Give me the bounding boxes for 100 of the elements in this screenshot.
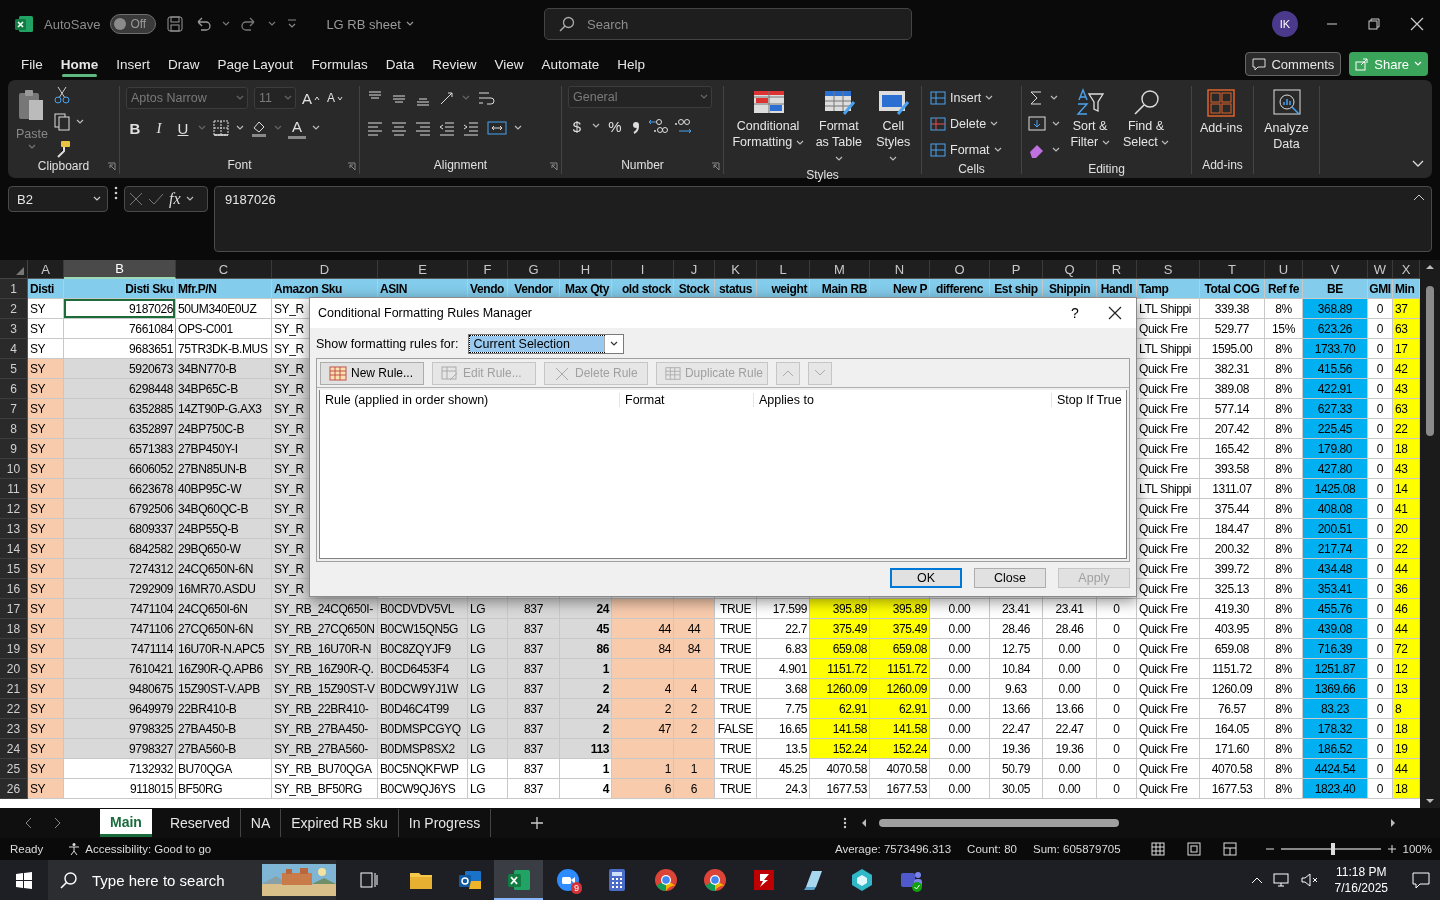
next-sheet-icon[interactable] — [54, 817, 62, 829]
document-title[interactable]: LG RB sheet — [326, 16, 414, 32]
page-layout-icon[interactable] — [1186, 842, 1201, 856]
caret-icon[interactable] — [1050, 95, 1058, 101]
sheet-tab[interactable]: NA — [240, 809, 282, 837]
fill-down-icon[interactable] — [1028, 116, 1046, 132]
zoom-in-icon[interactable] — [1386, 844, 1397, 854]
column-header[interactable]: M — [810, 260, 870, 279]
row-header[interactable]: 4 — [0, 339, 28, 359]
dialog-button[interactable]: Close — [974, 568, 1046, 588]
row-header[interactable]: 16 — [0, 579, 28, 599]
enter-icon[interactable] — [148, 192, 164, 206]
column-header[interactable]: X — [1393, 260, 1420, 279]
eraser-icon[interactable] — [1028, 142, 1046, 158]
row-header[interactable]: 15 — [0, 559, 28, 579]
caret-icon[interactable] — [1101, 140, 1110, 146]
column-header[interactable]: B — [64, 260, 176, 279]
comments-button[interactable]: Comments — [1245, 52, 1342, 76]
dialog-launcher-icon[interactable] — [347, 162, 356, 171]
caret-icon[interactable] — [75, 119, 84, 125]
column-header[interactable]: W — [1368, 260, 1393, 279]
dialog-button[interactable]: OK — [890, 568, 962, 588]
notifications-icon[interactable] — [1412, 871, 1430, 889]
percent-button[interactable]: % — [606, 115, 624, 137]
scroll-right-icon[interactable] — [1390, 818, 1397, 828]
grow-font-button[interactable]: A — [302, 87, 320, 109]
menu-tab[interactable]: View — [485, 50, 533, 78]
row-header[interactable]: 25 — [0, 759, 28, 779]
scope-dropdown[interactable]: Current Selection — [468, 334, 625, 354]
align-left-icon[interactable] — [366, 119, 384, 137]
column-header[interactable]: R — [1097, 260, 1137, 279]
caret-icon[interactable] — [1052, 121, 1060, 127]
caret-icon[interactable] — [1052, 147, 1060, 153]
cut-icon[interactable] — [53, 86, 70, 104]
ribbon-button[interactable]: Analyze Data — [1260, 86, 1313, 154]
bold-button[interactable]: B — [126, 117, 144, 139]
close-icon[interactable] — [1108, 306, 1122, 320]
caret-icon[interactable] — [993, 147, 1002, 153]
sheet-tab[interactable]: Reserved — [159, 809, 241, 837]
row-header[interactable]: 12 — [0, 499, 28, 519]
paste-button[interactable]: Paste — [14, 86, 50, 152]
previous-sheet-icon[interactable] — [24, 817, 32, 829]
row-header[interactable]: 26 — [0, 779, 28, 799]
caret-icon[interactable] — [312, 125, 320, 131]
column-header[interactable]: T — [1200, 260, 1265, 279]
caret-icon[interactable] — [889, 156, 898, 162]
column-header[interactable]: G — [508, 260, 560, 279]
menu-tab[interactable]: Insert — [107, 50, 160, 78]
menu-tab[interactable]: Automate — [532, 50, 609, 78]
caret-icon[interactable] — [1161, 140, 1170, 146]
row-header[interactable]: 5 — [0, 359, 28, 379]
currency-button[interactable]: $ — [568, 115, 586, 137]
ribbon-button[interactable]: Insert — [928, 86, 1004, 110]
row-header[interactable]: 17 — [0, 599, 28, 619]
dialog-launcher-icon[interactable] — [549, 162, 558, 171]
caret-icon[interactable] — [609, 341, 618, 347]
column-header[interactable]: H — [560, 260, 612, 279]
column-header[interactable]: L — [757, 260, 810, 279]
row-header[interactable]: 22 — [0, 699, 28, 719]
ribbon-button[interactable]: Conditional Formatting — [730, 86, 807, 152]
restore-icon[interactable] — [1368, 18, 1380, 30]
font-name-field[interactable]: Aptos Narrow — [126, 87, 248, 109]
sheet-tab[interactable]: Main — [100, 809, 152, 837]
menu-tab[interactable]: Formulas — [302, 50, 377, 78]
insert-function-button[interactable]: fx — [169, 190, 181, 208]
speaker-muted-icon[interactable] — [1300, 872, 1319, 888]
row-header[interactable]: 21 — [0, 679, 28, 699]
column-header[interactable]: K — [715, 260, 757, 279]
row-header[interactable]: 1 — [0, 279, 28, 299]
align-right-icon[interactable] — [414, 119, 432, 137]
normal-view-icon[interactable] — [1150, 842, 1165, 856]
caret-icon[interactable] — [514, 125, 522, 131]
caret-icon[interactable] — [405, 21, 414, 27]
select-all-icon[interactable] — [15, 266, 25, 276]
help-button[interactable]: ? — [1060, 305, 1090, 321]
column-header[interactable]: V — [1303, 260, 1368, 279]
row-header[interactable]: 13 — [0, 519, 28, 539]
save-icon[interactable] — [166, 15, 185, 33]
underline-button[interactable]: U — [174, 117, 192, 139]
toolbar-button[interactable]: New Rule... — [320, 361, 424, 385]
font-size-field[interactable]: 11 — [254, 87, 296, 109]
column-header[interactable]: A — [28, 260, 64, 279]
search-field[interactable]: Type here to search — [48, 860, 336, 900]
row-header[interactable]: 18 — [0, 619, 28, 639]
accessibility-status[interactable]: Accessibility: Good to go — [67, 842, 212, 856]
scroll-up-icon[interactable] — [1425, 264, 1435, 270]
caret-icon[interactable] — [990, 121, 999, 127]
more-icon[interactable] — [843, 817, 848, 829]
column-header[interactable]: D — [272, 260, 378, 279]
column-header[interactable]: S — [1137, 260, 1200, 279]
user-avatar[interactable]: IK — [1272, 11, 1298, 37]
zoom-level[interactable]: 100% — [1402, 843, 1432, 855]
borders-icon[interactable] — [212, 119, 230, 137]
task-view-icon[interactable] — [360, 872, 378, 888]
column-header[interactable]: J — [674, 260, 715, 279]
column-header[interactable]: P — [990, 260, 1043, 279]
sum-icon[interactable] — [1028, 90, 1044, 106]
search-input[interactable]: Type here to search — [90, 862, 266, 898]
column-header[interactable]: N — [870, 260, 930, 279]
scrollbar-thumb[interactable] — [879, 819, 1120, 827]
